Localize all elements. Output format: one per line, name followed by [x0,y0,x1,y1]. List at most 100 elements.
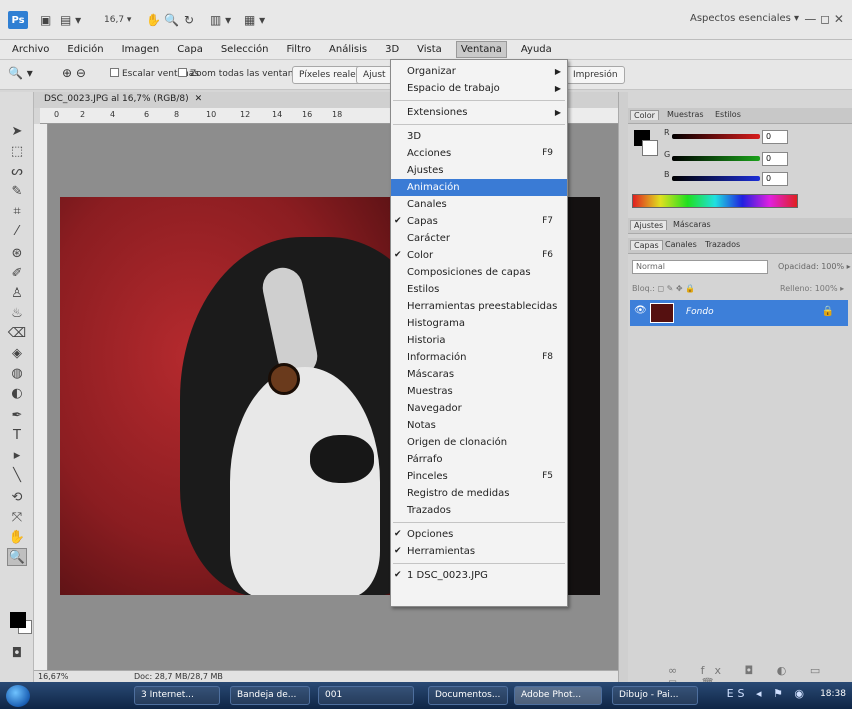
menu-item-organizar[interactable]: Organizar ▶ [391,63,567,80]
tab-channels[interactable]: Canales [662,240,700,249]
blue-value-field[interactable]: 0 [762,172,788,186]
eyedropper-tool-icon[interactable]: ⁄ [7,222,27,240]
menu-item-extensiones[interactable]: Extensiones ▶ [391,104,567,121]
history-brush-tool-icon[interactable]: ♨ [7,304,27,322]
lock-options[interactable]: Bloq.: ◻ ✎ ✥ 🔒 [632,284,695,293]
menu-item-informacion[interactable]: Información F8 [391,349,567,366]
zoom-tool-preset-icon[interactable]: 🔍 ▾ [8,66,33,80]
blend-mode-select[interactable]: Normal [632,260,768,274]
menu-item-color[interactable]: ✔ Color F6 [391,247,567,264]
green-slider[interactable] [672,156,760,161]
menu-item-capas[interactable]: ✔ Capas F7 [391,213,567,230]
type-tool-icon[interactable]: T [7,426,27,444]
document-tab[interactable]: DSC_0023.JPG al 16,7% (RGB/8) ✕ [44,94,202,104]
window-controls[interactable]: — ◻ ✕ [804,12,844,26]
green-value-field[interactable]: 0 [762,152,788,166]
menu-item-muestras[interactable]: Muestras [391,383,567,400]
menu-item-herramientas[interactable]: ✔ Herramientas [391,543,567,560]
menu-item-3d[interactable]: 3D [391,128,567,145]
red-slider[interactable] [672,134,760,139]
blur-tool-icon[interactable]: ◍ [7,364,27,382]
menu-item-trazados[interactable]: Trazados [391,502,567,519]
fill-field[interactable]: Relleno: 100% ▸ [780,284,844,293]
menu-filtro[interactable]: Filtro [283,42,316,57]
taskbar-button[interactable]: 001 [318,686,414,705]
menu-item-estilos[interactable]: Estilos [391,281,567,298]
menu-item-histograma[interactable]: Histograma [391,315,567,332]
foreground-color-swatch[interactable] [10,612,26,628]
menu-item-parrafo[interactable]: Párrafo [391,451,567,468]
clone-stamp-tool-icon[interactable]: ♙ [7,284,27,302]
blue-slider[interactable] [672,176,760,181]
hand-tool-icon[interactable]: ✋ [146,12,161,28]
menu-item-canales[interactable]: Canales [391,196,567,213]
fit-screen-button[interactable]: Ajust [356,66,393,84]
quick-selection-tool-icon[interactable]: ✎ [7,182,27,200]
brush-tool-icon[interactable]: ✐ [7,264,27,282]
tab-color[interactable]: Color [630,110,659,120]
tab-paths[interactable]: Trazados [702,240,743,249]
tab-styles[interactable]: Estilos [712,110,744,119]
menu-item-opciones[interactable]: ✔ Opciones [391,526,567,543]
taskbar-button[interactable]: 3 Internet... [134,686,220,705]
move-tool-icon[interactable]: ➤ [7,122,27,140]
zoom-in-out-icon[interactable]: ⊕ ⊖ [62,66,86,80]
zoom-tool-icon[interactable]: 🔍 [7,548,27,566]
zoom-tool-icon[interactable]: 🔍 [164,12,179,28]
3d-orbit-tool-icon[interactable]: ⤧ [7,508,27,526]
menu-ventana[interactable]: Ventana [455,41,507,58]
color-spectrum-bar[interactable] [632,194,798,208]
marquee-tool-icon[interactable]: ⬚ [7,142,27,160]
opacity-field[interactable]: Opacidad: 100% ▸ [778,262,851,271]
rotate-view-icon[interactable]: ↻ [184,12,194,28]
photoshop-logo[interactable]: Ps [8,11,28,29]
layer-name[interactable]: Fondo [686,307,714,317]
paint-bucket-tool-icon[interactable]: ◈ [7,344,27,362]
tab-adjustments[interactable]: Ajustes [630,220,668,230]
menu-item-notas[interactable]: Notas [391,417,567,434]
menu-ayuda[interactable]: Ayuda [517,42,556,57]
layer-row[interactable]: 👁 Fondo 🔒 [630,300,848,326]
system-tray[interactable]: ES ◂ ⚑ ◉ [727,687,808,700]
taskbar-button[interactable]: Bandeja de... [230,686,310,705]
tab-swatches[interactable]: Muestras [664,110,707,119]
tab-layers[interactable]: Capas [630,240,663,250]
healing-brush-tool-icon[interactable]: ⊛ [7,244,27,262]
menu-analisis[interactable]: Análisis [325,42,371,57]
eraser-tool-icon[interactable]: ⌫ [7,324,27,342]
menu-item-pinceles[interactable]: Pinceles F5 [391,468,567,485]
close-tab-icon[interactable]: ✕ [195,94,203,104]
hand-tool-icon[interactable]: ✋ [7,528,27,546]
menu-item-acciones[interactable]: Acciones F9 [391,145,567,162]
path-selection-tool-icon[interactable]: ▸ [7,446,27,464]
menu-vista[interactable]: Vista [413,42,446,57]
menu-item-herramientas-preestablecidas[interactable]: Herramientas preestablecidas [391,298,567,315]
quick-mask-icon[interactable]: ◘ [7,644,27,662]
bridge-icon[interactable]: ▣ [40,12,51,28]
menu-item-historia[interactable]: Historia [391,332,567,349]
taskbar-button[interactable]: Dibujo - Pai... [612,686,698,705]
menu-item-caracter[interactable]: Carácter [391,230,567,247]
dodge-tool-icon[interactable]: ◐ [7,384,27,402]
screen-mode-icon[interactable]: ▦ ▾ [244,12,265,28]
menu-item-navegador[interactable]: Navegador [391,400,567,417]
layer-visibility-eye-icon[interactable]: 👁 [634,306,647,316]
menu-item-registro-de-medidas[interactable]: Registro de medidas [391,485,567,502]
3d-rotate-tool-icon[interactable]: ⟲ [7,488,27,506]
menu-3d[interactable]: 3D [381,42,403,57]
start-button[interactable] [6,685,30,707]
menu-item-ajustes[interactable]: Ajustes [391,162,567,179]
background-color-chip[interactable] [642,140,658,156]
crop-tool-icon[interactable]: ⌗ [7,202,27,220]
menu-item-composiciones-de-capas[interactable]: Composiciones de capas [391,264,567,281]
print-size-button[interactable]: Impresión [566,66,625,84]
pen-tool-icon[interactable]: ✒ [7,406,27,424]
zoom-level-select[interactable]: 16,7 ▾ [104,12,131,28]
zoom-field[interactable]: 16,67% [38,672,69,681]
red-value-field[interactable]: 0 [762,130,788,144]
workspace-switcher[interactable]: Aspectos esenciales ▾ [690,13,799,24]
menu-imagen[interactable]: Imagen [118,42,164,57]
arrange-documents-icon[interactable]: ▥ ▾ [210,12,231,28]
menu-edicion[interactable]: Edición [63,42,107,57]
shape-tool-icon[interactable]: ╲ [7,466,27,484]
